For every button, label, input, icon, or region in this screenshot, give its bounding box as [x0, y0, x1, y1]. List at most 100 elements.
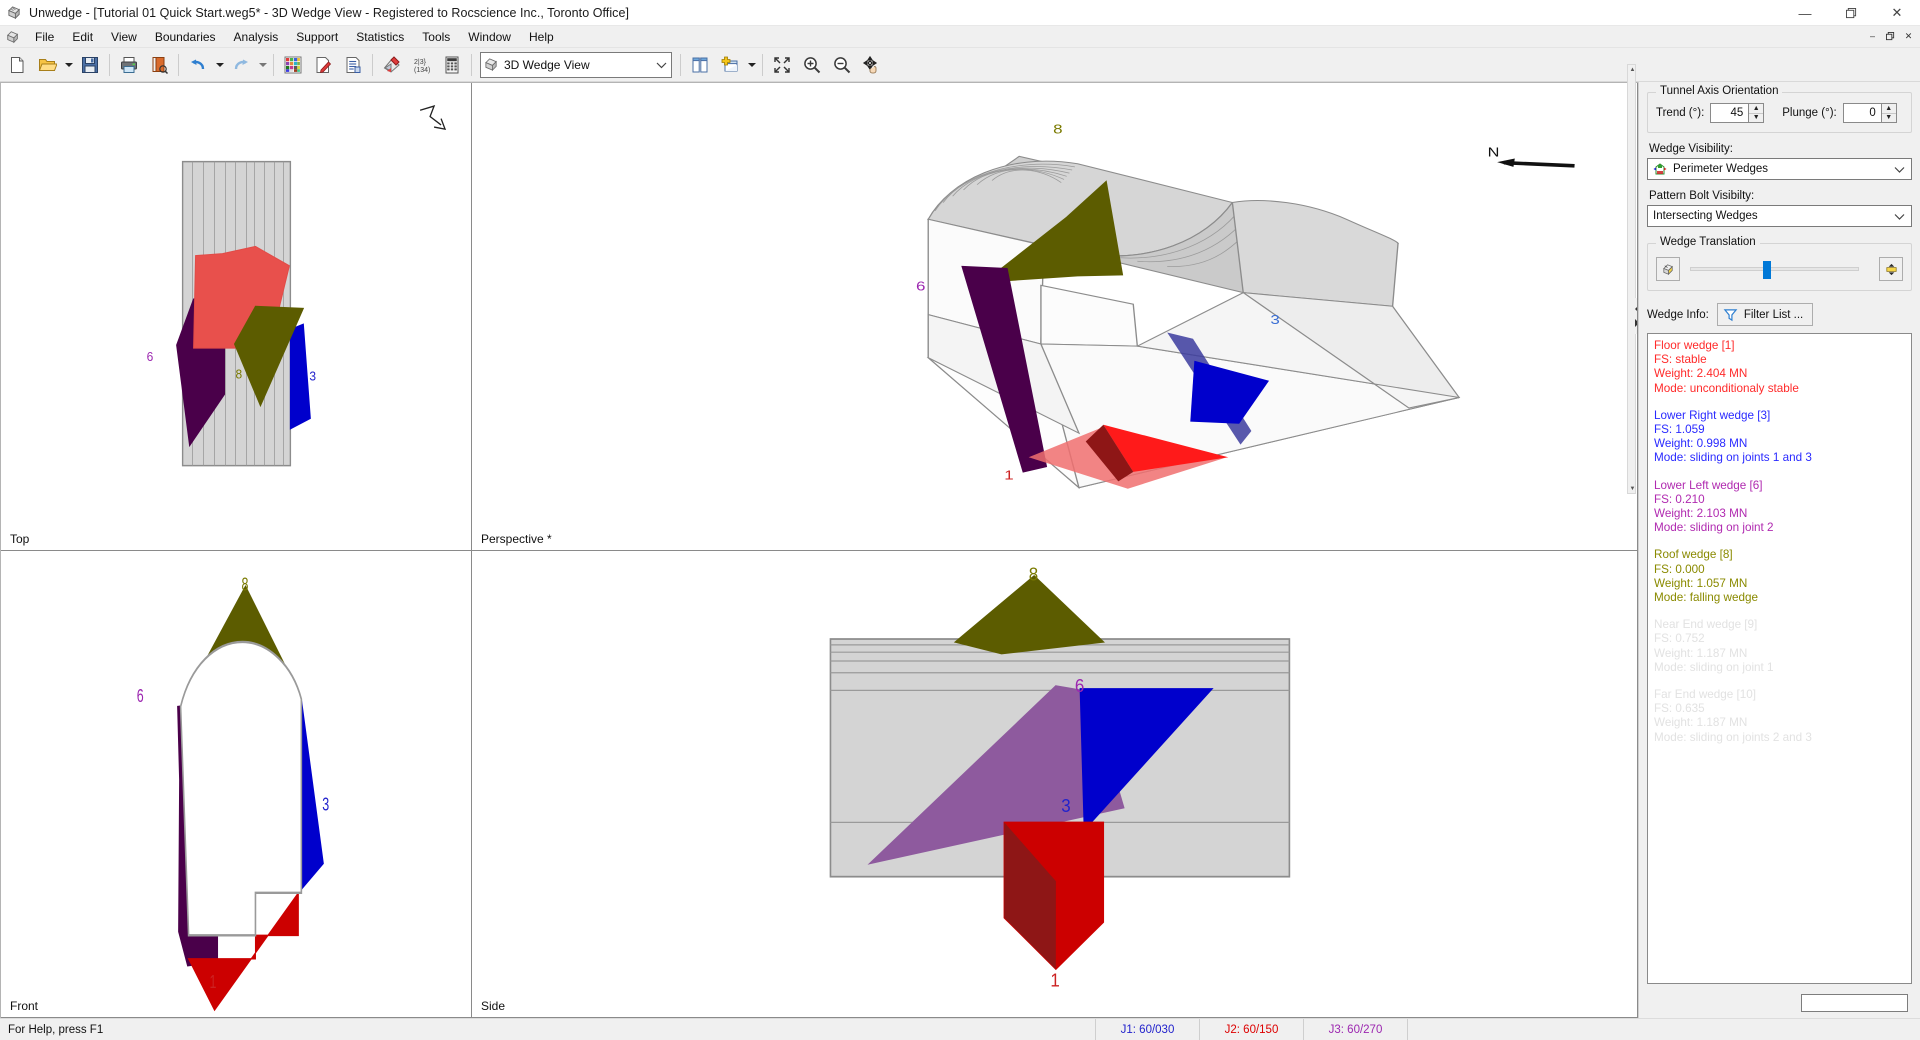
new-file-icon[interactable] [3, 51, 31, 79]
wedge-info-list[interactable]: Floor wedge [1] FS: stable Weight: 2.404… [1647, 333, 1912, 984]
wedge-translation-slider[interactable] [1690, 261, 1859, 279]
menu-item-analysis[interactable]: Analysis [226, 27, 287, 47]
wedge-weight: Weight: 1.187 MN [1654, 716, 1748, 730]
wedge-list-item[interactable]: Near End wedge [9] FS: 0.752 Weight: 1.1… [1654, 618, 1911, 675]
scroll-down-arrow-icon[interactable]: ▼ [1628, 484, 1637, 493]
filter-list-button[interactable]: Filter List ... [1716, 303, 1814, 326]
title-bar: Unwedge - [Tutorial 01 Quick Start.weg5*… [0, 0, 1920, 26]
trend-input[interactable]: 45 [1710, 103, 1749, 123]
wedge-translation-slider-thumb[interactable] [1762, 261, 1771, 279]
menu-item-file[interactable]: File [27, 27, 62, 47]
open-folder-icon[interactable] [33, 51, 61, 79]
zoom-out-icon[interactable] [828, 51, 856, 79]
wedge-mode: Mode: sliding on joints 1 and 3 [1654, 451, 1812, 465]
wedge-fs: FS: 0.000 [1654, 562, 1705, 576]
wedge-label-roof: 8 [1029, 563, 1039, 584]
wedge-mode: Mode: unconditionaly stable [1654, 381, 1799, 395]
menu-bar: File Edit View Boundaries Analysis Suppo… [0, 26, 1920, 48]
panel-text-input[interactable] [1801, 994, 1908, 1012]
zoom-all-icon[interactable] [768, 51, 796, 79]
scroll-up-arrow-icon[interactable]: ▲ [1628, 65, 1637, 74]
pattern-bolt-visibility-combobox[interactable]: Intersecting Wedges [1647, 205, 1912, 227]
views-vertical-scrollbar[interactable]: ▲ ▼ [1627, 64, 1636, 494]
wedge-visibility-combobox[interactable]: Perimeter Wedges [1647, 158, 1912, 180]
menu-item-view[interactable]: View [103, 27, 145, 47]
perimeter-wedges-icon [1653, 162, 1667, 176]
print-preview-icon[interactable] [145, 51, 173, 79]
viewport-side[interactable]: 8 6 3 1 Side [472, 550, 1638, 1018]
plunge-spin-up-icon[interactable]: ▲ [1881, 104, 1896, 114]
north-arrow-icon: N [1488, 146, 1575, 168]
open-dropdown-arrow-icon[interactable] [62, 51, 75, 79]
wedge-view-icon [484, 57, 499, 72]
plunge-spin-buttons[interactable]: ▲ ▼ [1880, 103, 1897, 123]
viewport-label-side: Side [481, 999, 506, 1013]
menu-item-statistics[interactable]: Statistics [348, 27, 412, 47]
view-type-combobox[interactable]: 3D Wedge View [480, 51, 672, 78]
window-maximize-button[interactable] [1828, 0, 1874, 26]
redo-dropdown-arrow-icon[interactable] [256, 51, 269, 79]
chevron-down-icon[interactable] [656, 53, 667, 77]
pattern-bolt-visibility-value: Intersecting Wedges [1653, 210, 1758, 222]
menu-item-tools[interactable]: Tools [414, 27, 458, 47]
menu-item-help[interactable]: Help [521, 27, 562, 47]
trend-spin-down-icon[interactable]: ▼ [1749, 114, 1763, 123]
add-view-dropdown-arrow-icon[interactable] [745, 51, 758, 79]
undo-icon[interactable] [184, 51, 212, 79]
wedge-list-item[interactable]: Lower Left wedge [6] FS: 0.210 Weight: 2… [1654, 479, 1911, 536]
toolbar-separator [680, 53, 681, 76]
page-pencil-icon[interactable] [309, 51, 337, 79]
add-view-icon[interactable] [716, 51, 744, 79]
menu-item-window[interactable]: Window [460, 27, 519, 47]
wedge-name: Near End wedge [9] [1654, 618, 1758, 632]
toolbar-separator [109, 53, 110, 76]
menu-item-support[interactable]: Support [288, 27, 346, 47]
wedge-label-lower-right: 3 [309, 369, 316, 383]
plunge-spin-down-icon[interactable]: ▼ [1882, 114, 1896, 123]
tile-vertical-icon[interactable] [686, 51, 714, 79]
mdi-close-button[interactable]: ✕ [1900, 28, 1917, 44]
status-joint-cells: J1: 60/030 J2: 60/150 J3: 60/270 [1095, 1019, 1477, 1040]
viewport-perspective[interactable]: N 8 6 3 1 Perspective * [472, 83, 1638, 551]
wedge-weight: Weight: 1.057 MN [1654, 576, 1748, 590]
wedge-scale-icon[interactable] [1879, 257, 1903, 281]
color-palette-icon[interactable] [279, 51, 307, 79]
viewport-top[interactable]: 6 3 8 Top [1, 83, 472, 551]
chevron-down-icon[interactable] [1894, 159, 1905, 179]
undo-dropdown-arrow-icon[interactable] [213, 51, 226, 79]
plunge-label: Plunge (°): [1782, 107, 1837, 119]
wedge-label-lower-left: 6 [147, 350, 154, 364]
plunge-stepper[interactable]: 0 ▲ ▼ [1842, 103, 1897, 123]
report-icon[interactable] [339, 51, 367, 79]
save-icon[interactable] [76, 51, 104, 79]
plunge-input[interactable]: 0 [1842, 103, 1881, 123]
wedge-name: Lower Left wedge [6] [1654, 478, 1763, 492]
menu-item-edit[interactable]: Edit [64, 27, 101, 47]
trend-spin-buttons[interactable]: ▲ ▼ [1748, 103, 1765, 123]
pattern-bolt-visibility-label: Pattern Bolt Visibilty: [1649, 190, 1755, 202]
mdi-minimize-button[interactable]: – [1864, 28, 1881, 44]
trend-spin-up-icon[interactable]: ▲ [1749, 104, 1764, 114]
viewport-splitter-handle[interactable] [1632, 298, 1637, 335]
zoom-in-icon[interactable] [798, 51, 826, 79]
statistics-icon[interactable]: 2|3} (134) [408, 51, 436, 79]
redo-icon[interactable] [227, 51, 255, 79]
trend-stepper[interactable]: 45 ▲ ▼ [1710, 103, 1765, 123]
joint-properties-icon[interactable] [378, 51, 406, 79]
grid-calculator-icon[interactable] [438, 51, 466, 79]
wedge-reset-icon[interactable] [1656, 257, 1680, 281]
window-close-button[interactable]: ✕ [1874, 0, 1920, 26]
viewport-front[interactable]: 8 6 3 1 Front [1, 550, 472, 1018]
wedge-list-item[interactable]: Roof wedge [8] FS: 0.000 Weight: 1.057 M… [1654, 548, 1911, 605]
pan-icon[interactable] [858, 51, 886, 79]
filter-list-button-label: Filter List ... [1743, 308, 1804, 321]
window-minimize-button[interactable]: — [1782, 0, 1828, 26]
wedge-list-item[interactable]: Floor wedge [1] FS: stable Weight: 2.404… [1654, 339, 1911, 396]
wedge-list-item[interactable]: Far End wedge [10] FS: 0.635 Weight: 1.1… [1654, 688, 1911, 745]
chevron-down-icon[interactable] [1894, 206, 1905, 226]
menu-item-boundaries[interactable]: Boundaries [147, 27, 224, 47]
print-icon[interactable] [115, 51, 143, 79]
tunnel-axis-fields: Trend (°): 45 ▲ ▼ Plunge (°): 0 ▲ ▼ [1656, 103, 1903, 123]
wedge-list-item[interactable]: Lower Right wedge [3] FS: 1.059 Weight: … [1654, 409, 1911, 466]
mdi-restore-button[interactable] [1882, 28, 1899, 44]
